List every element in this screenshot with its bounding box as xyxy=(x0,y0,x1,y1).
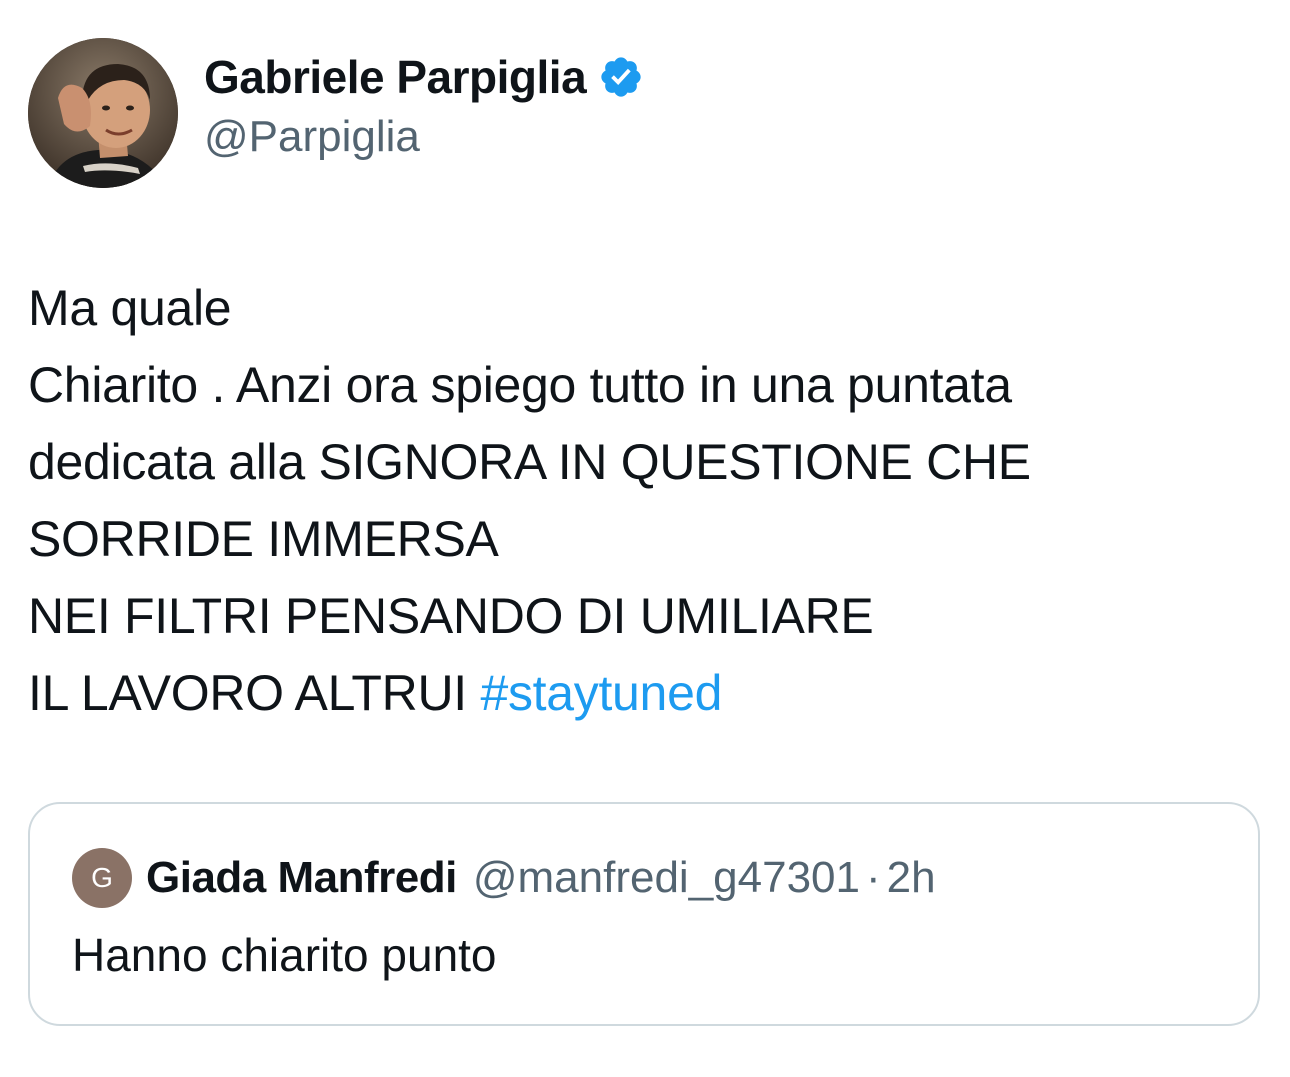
avatar-photo xyxy=(28,38,178,188)
tweet-author[interactable]: Gabriele Parpiglia @Parpiglia xyxy=(28,38,644,188)
tweet-last-line: IL LAVORO ALTRUI #staytuned xyxy=(28,655,1258,732)
author-display-name[interactable]: Gabriele Parpiglia xyxy=(204,50,587,104)
tweet-line: NEI FILTRI PENSANDO DI UMILIARE xyxy=(28,588,874,644)
tweet-line: IL LAVORO ALTRUI xyxy=(28,665,481,721)
tweet-line: Ma quale xyxy=(28,280,232,336)
tweet: Gabriele Parpiglia @Parpiglia Ma quale C… xyxy=(0,0,1290,1077)
tweet-line: dedicata alla SIGNORA IN QUESTIONE CHE xyxy=(28,434,1031,490)
author-handle[interactable]: @Parpiglia xyxy=(204,112,644,162)
quoted-tweet-card[interactable]: G Giada Manfredi @manfredi_g47301 · 2h H… xyxy=(28,802,1260,1026)
quoted-tweet-header: G Giada Manfredi @manfredi_g47301 · 2h xyxy=(72,848,936,908)
quoted-author-handle[interactable]: @manfredi_g47301 xyxy=(473,853,860,903)
author-name-row: Gabriele Parpiglia xyxy=(204,46,644,108)
quoted-author-name[interactable]: Giada Manfredi xyxy=(146,853,457,903)
author-avatar[interactable] xyxy=(28,38,178,188)
quoted-tweet-text: Hanno chiarito punto xyxy=(72,929,497,981)
hashtag-link[interactable]: #staytuned xyxy=(480,665,722,721)
tweet-body: Ma quale Chiarito . Anzi ora spiego tutt… xyxy=(28,270,1258,732)
verified-badge-icon xyxy=(598,54,644,100)
tweet-line: SORRIDE IMMERSA xyxy=(28,511,499,567)
quoted-author-avatar[interactable]: G xyxy=(72,848,132,908)
author-text: Gabriele Parpiglia @Parpiglia xyxy=(204,46,644,162)
separator-dot: · xyxy=(866,853,881,902)
quoted-tweet-timestamp[interactable]: 2h xyxy=(887,853,936,903)
tweet-line: Chiarito . Anzi ora spiego tutto in una … xyxy=(28,357,1012,413)
